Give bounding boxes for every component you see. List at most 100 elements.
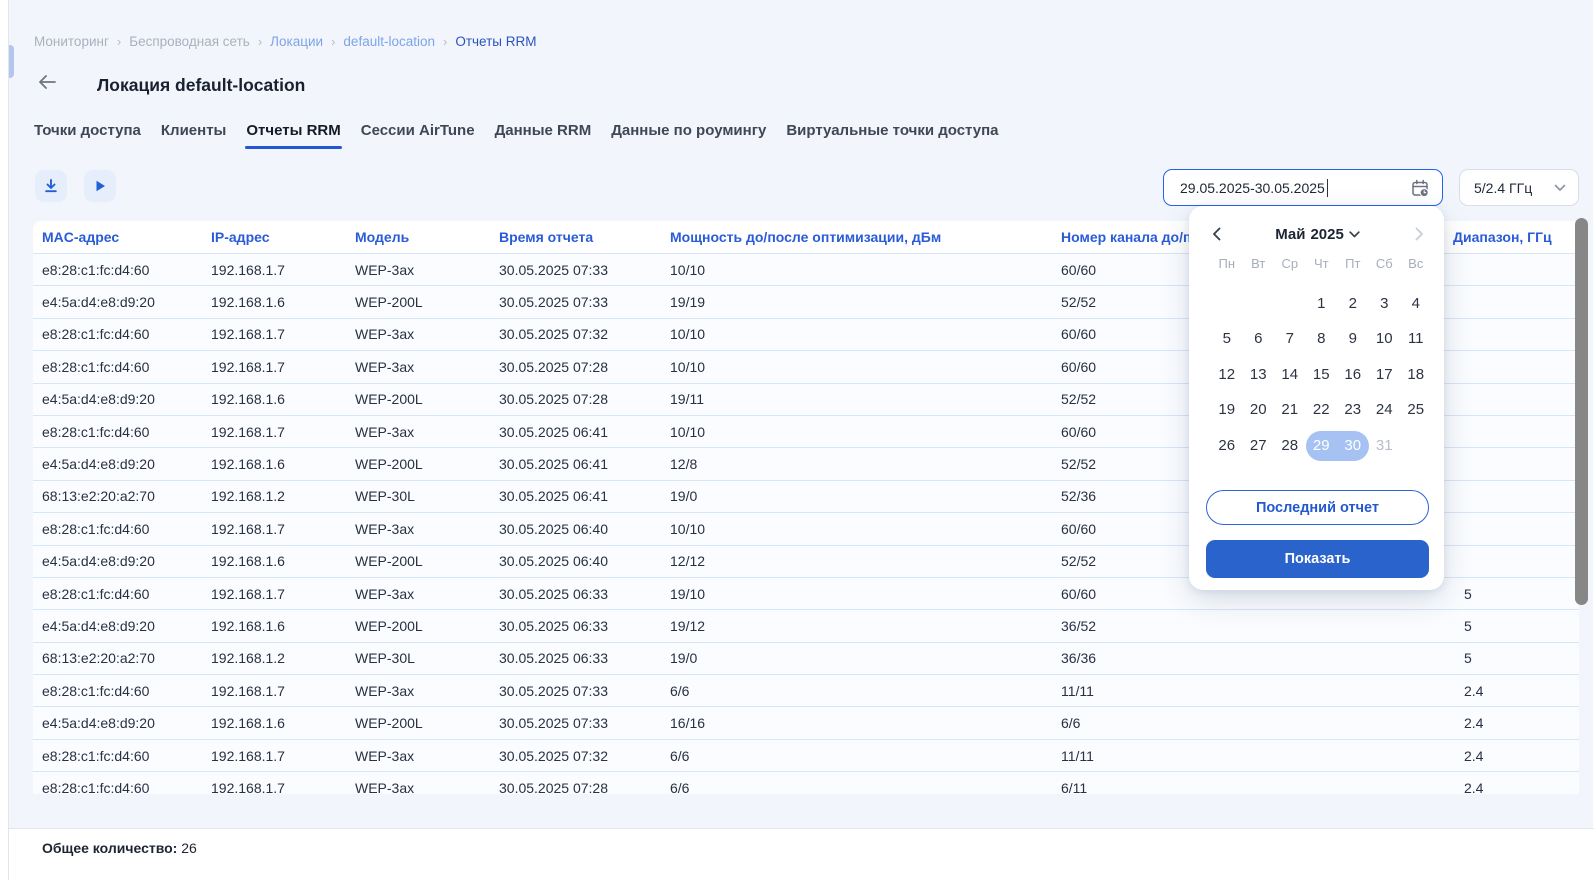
calendar-day[interactable]: 20	[1243, 395, 1275, 425]
breadcrumb-item[interactable]: Беспроводная сеть	[129, 34, 250, 49]
calendar-day[interactable]: 17	[1369, 360, 1401, 390]
prev-month-button[interactable]	[1206, 224, 1226, 244]
calendar-day[interactable]: 8	[1306, 324, 1338, 354]
calendar-day[interactable]: 16	[1337, 360, 1369, 390]
table-row[interactable]: e8:28:c1:fc:d4:60192.168.1.7WEP-3ax30.05…	[33, 674, 1579, 706]
table-cell: 10/10	[661, 415, 1052, 447]
show-button[interactable]: Показать	[1206, 540, 1429, 578]
calendar-day[interactable]: 7	[1274, 324, 1306, 354]
calendar-day[interactable]: 21	[1274, 395, 1306, 425]
calendar-day[interactable]: 9	[1337, 324, 1369, 354]
calendar-day[interactable]: 25	[1400, 395, 1432, 425]
table-cell: 192.168.1.7	[202, 771, 346, 794]
table-cell: 30.05.2025 06:33	[490, 609, 661, 641]
calendar-day[interactable]: 27	[1243, 431, 1275, 461]
table-row[interactable]: e4:5a:d4:e8:d9:20192.168.1.6WEP-200L30.0…	[33, 706, 1579, 738]
month-year-selector[interactable]: Май 2025	[1275, 226, 1360, 243]
calendar-day[interactable]: 1	[1306, 289, 1338, 319]
calendar-day[interactable]: 14	[1274, 360, 1306, 390]
table-cell: 30.05.2025 06:40	[490, 545, 661, 577]
date-range-value: 29.05.2025-30.05.2025	[1180, 180, 1325, 196]
table-cell: 192.168.1.7	[202, 253, 346, 285]
chevron-down-icon	[1349, 231, 1360, 238]
table-cell: 30.05.2025 06:41	[490, 447, 661, 479]
table-cell: WEP-30L	[346, 642, 490, 674]
calendar-day[interactable]: 3	[1369, 289, 1401, 319]
calendar-day[interactable]: 15	[1306, 360, 1338, 390]
tab-airtune-sessions[interactable]: Сессии AirTune	[360, 122, 476, 149]
tab-clients[interactable]: Клиенты	[160, 122, 227, 149]
calendar-day[interactable]: 23	[1337, 395, 1369, 425]
calendar-day[interactable]: 11	[1400, 324, 1432, 354]
table-cell: 6/6	[661, 771, 1052, 794]
table-cell	[1444, 447, 1579, 479]
last-report-button[interactable]: Последний отчет	[1206, 490, 1429, 525]
calendar-day[interactable]: 18	[1400, 360, 1432, 390]
run-optimization-button[interactable]	[84, 170, 116, 202]
tab-rrm-data[interactable]: Данные RRM	[494, 122, 593, 149]
table-cell: 192.168.1.6	[202, 447, 346, 479]
back-button[interactable]	[37, 72, 57, 94]
calendar-day[interactable]: 28	[1274, 431, 1306, 461]
table-cell: 30.05.2025 06:40	[490, 512, 661, 544]
table-cell: 19/11	[661, 383, 1052, 415]
tab-roaming-data[interactable]: Данные по роумингу	[610, 122, 767, 149]
table-cell: WEP-200L	[346, 285, 490, 317]
table-cell: 68:13:e2:20:a2:70	[33, 480, 202, 512]
page-background: Мониторинг›Беспроводная сеть›Локации›def…	[8, 0, 1593, 880]
table-cell: 30.05.2025 06:33	[490, 577, 661, 609]
table-cell: WEP-3ax	[346, 512, 490, 544]
band-select[interactable]: 5/2.4 ГГц	[1459, 169, 1579, 206]
table-row[interactable]: e4:5a:d4:e8:d9:20192.168.1.6WEP-200L30.0…	[33, 609, 1579, 641]
breadcrumb-item[interactable]: default-location	[343, 34, 435, 49]
table-row[interactable]: e8:28:c1:fc:d4:60192.168.1.7WEP-3ax30.05…	[33, 771, 1579, 794]
table-cell: 19/12	[661, 609, 1052, 641]
table-row[interactable]: e8:28:c1:fc:d4:60192.168.1.7WEP-3ax30.05…	[33, 739, 1579, 771]
date-range-input[interactable]: 29.05.2025-30.05.2025	[1163, 169, 1443, 206]
download-report-button[interactable]	[35, 170, 67, 202]
table-cell: 10/10	[661, 253, 1052, 285]
calendar-day[interactable]: 31	[1369, 431, 1401, 461]
table-cell: WEP-200L	[346, 545, 490, 577]
column-header: Время отчета	[490, 221, 661, 253]
calendar-day	[1243, 289, 1275, 319]
table-cell: e4:5a:d4:e8:d9:20	[33, 609, 202, 641]
table-cell: 30.05.2025 06:41	[490, 415, 661, 447]
table-cell: 192.168.1.7	[202, 350, 346, 382]
calendar-day[interactable]: 10	[1369, 324, 1401, 354]
calendar-day[interactable]: 26	[1211, 431, 1243, 461]
breadcrumb-item[interactable]: Отчеты RRM	[455, 34, 536, 49]
tab-virtual-access-points[interactable]: Виртуальные точки доступа	[785, 122, 999, 149]
table-cell: 68:13:e2:20:a2:70	[33, 642, 202, 674]
table-cell: 10/10	[661, 512, 1052, 544]
table-cell: e8:28:c1:fc:d4:60	[33, 350, 202, 382]
calendar-day[interactable]: 24	[1369, 395, 1401, 425]
breadcrumb-item[interactable]: Мониторинг	[34, 34, 109, 49]
table-cell: WEP-30L	[346, 480, 490, 512]
table-cell: e8:28:c1:fc:d4:60	[33, 318, 202, 350]
table-cell: 192.168.1.2	[202, 480, 346, 512]
calendar-day[interactable]: 5	[1211, 324, 1243, 354]
calendar-day[interactable]: 30	[1337, 431, 1369, 461]
tab-access-points[interactable]: Точки доступа	[33, 122, 142, 149]
calendar-day[interactable]: 13	[1243, 360, 1275, 390]
calendar-day[interactable]: 12	[1211, 360, 1243, 390]
calendar-day[interactable]: 6	[1243, 324, 1275, 354]
table-cell: WEP-3ax	[346, 253, 490, 285]
calendar-grid: 1234567891011121314151617181920212223242…	[1211, 289, 1432, 466]
calendar-clock-icon[interactable]	[1410, 178, 1431, 202]
table-cell: 30.05.2025 07:32	[490, 739, 661, 771]
calendar-week: 567891011	[1211, 324, 1432, 354]
calendar-day[interactable]: 2	[1337, 289, 1369, 319]
next-month-button[interactable]	[1409, 224, 1429, 244]
tab-rrm-reports[interactable]: Отчеты RRM	[245, 122, 341, 149]
calendar-day[interactable]: 29	[1306, 431, 1338, 461]
breadcrumb-item[interactable]: Локации	[270, 34, 323, 49]
calendar-day[interactable]: 22	[1306, 395, 1338, 425]
vertical-scrollbar-thumb[interactable]	[1575, 218, 1588, 605]
calendar-day[interactable]: 4	[1400, 289, 1432, 319]
calendar-day[interactable]: 19	[1211, 395, 1243, 425]
breadcrumb-separator: ›	[331, 34, 335, 49]
table-cell	[1444, 350, 1579, 382]
table-row[interactable]: 68:13:e2:20:a2:70192.168.1.2WEP-30L30.05…	[33, 642, 1579, 674]
